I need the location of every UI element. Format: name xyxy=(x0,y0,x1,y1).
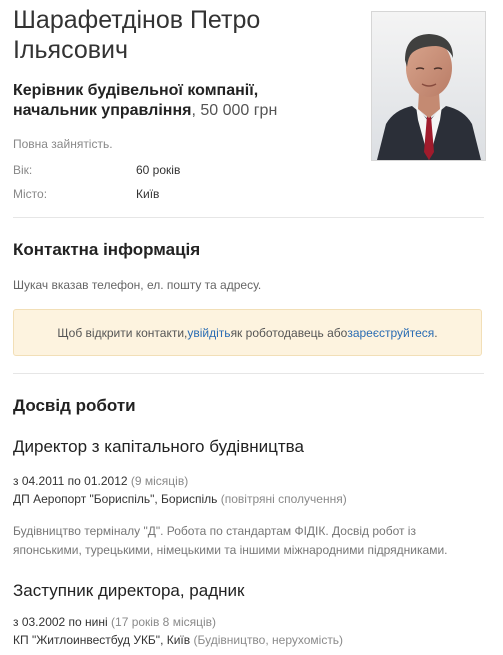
job-period-row: з 04.2011 по 01.2012 (9 місяців) xyxy=(13,474,188,488)
register-link[interactable]: зареєструйтеся xyxy=(347,326,434,340)
job-industry: (повітряні сполучення) xyxy=(220,492,347,506)
job-title: Заступник директора, радник xyxy=(13,581,245,600)
job-description-line2: японськими, турецькими, німецькими та ін… xyxy=(13,543,448,557)
job-company: КП "Житлоинвестбуд УКБ", Київ xyxy=(13,633,191,647)
candidate-name-line1: Шарафетдінов Петро xyxy=(13,6,261,34)
job-period: з 04.2011 по 01.2012 xyxy=(13,474,128,488)
desired-position: Керівник будівельної компанії, начальник… xyxy=(13,81,363,121)
job-company: ДП Аеропорт "Бориспіль", Бориспіль xyxy=(13,492,218,506)
age-value: 60 років xyxy=(136,163,181,177)
job-description: Будівництво терміналу "Д". Робота по ста… xyxy=(13,522,493,560)
city-value: Київ xyxy=(136,187,160,201)
person-photo-icon xyxy=(372,12,485,160)
contact-heading: Контактна інформація xyxy=(13,240,201,259)
job-company-row: КП "Житлоинвестбуд УКБ", Київ (Будівницт… xyxy=(13,633,343,647)
section-divider xyxy=(13,217,484,218)
job-period: з 03.2002 по нині xyxy=(13,615,108,629)
employment-type: Повна зайнятість. xyxy=(13,137,113,151)
age-label: Вік: xyxy=(13,163,33,177)
alert-prefix: Щоб відкрити контакти, xyxy=(57,325,188,340)
alert-middle: як роботодавець або xyxy=(230,325,348,340)
salary: 50 000 грн xyxy=(200,102,278,119)
login-link[interactable]: увійдіть xyxy=(187,326,230,340)
contact-note: Шукач вказав телефон, ел. пошту та адрес… xyxy=(13,278,262,292)
candidate-photo xyxy=(371,11,486,161)
city-label: Місто: xyxy=(13,187,48,201)
job-period-row: з 03.2002 по нині (17 років 8 місяців) xyxy=(13,615,216,629)
job-industry: (Будівництво, нерухомість) xyxy=(193,633,344,647)
section-divider xyxy=(13,373,484,374)
job-company-row: ДП Аеропорт "Бориспіль", Бориспіль (пові… xyxy=(13,492,347,506)
job-title: Директор з капітального будівництва xyxy=(13,437,304,456)
contact-access-alert: Щоб відкрити контакти, увійдіть як робот… xyxy=(13,309,482,356)
job-duration: (9 місяців) xyxy=(130,474,189,488)
position-line1: Керівник будівельної компанії, xyxy=(13,82,259,99)
job-duration: (17 років 8 місяців) xyxy=(111,615,217,629)
resume-page: Шарафетдінов Петро Ільясович Керівник бу… xyxy=(0,0,503,655)
candidate-name-line2: Ільясович xyxy=(13,36,129,64)
alert-suffix: . xyxy=(434,325,438,340)
job-description-line1: Будівництво терміналу "Д". Робота по ста… xyxy=(13,524,416,538)
experience-heading: Досвід роботи xyxy=(13,396,136,415)
position-line2: начальник управління xyxy=(13,102,192,119)
candidate-name: Шарафетдінов Петро Ільясович xyxy=(13,5,353,65)
salary-separator: , xyxy=(191,102,201,119)
